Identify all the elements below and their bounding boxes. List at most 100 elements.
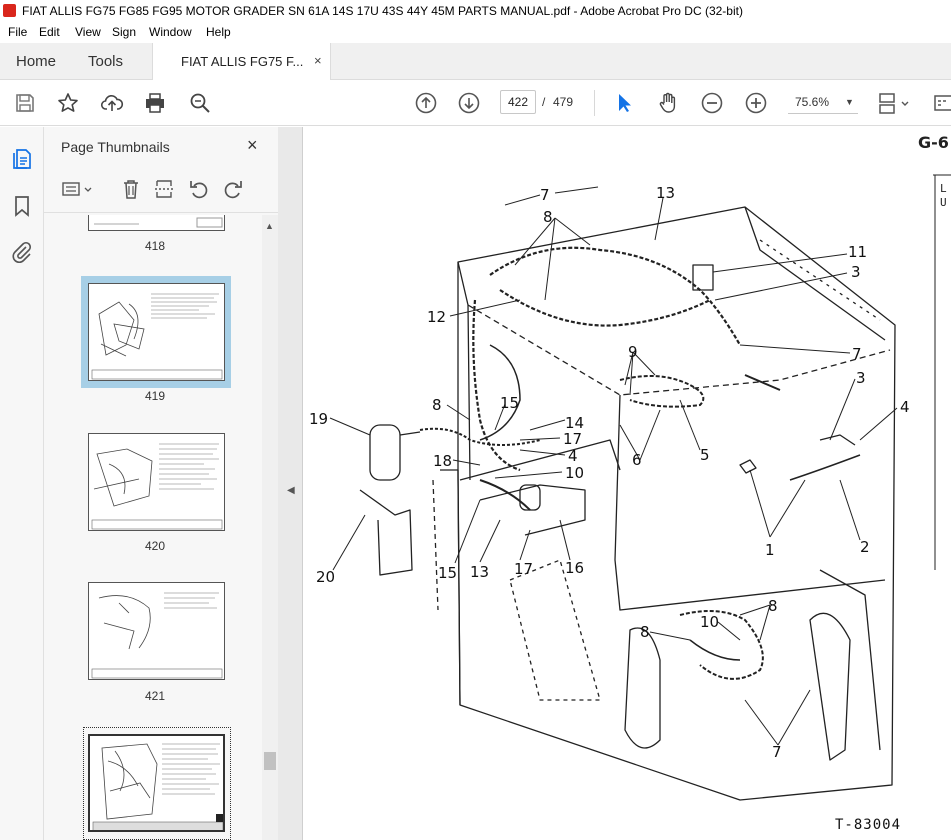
thumbnail-options-icon[interactable] xyxy=(61,178,95,200)
toolbar-divider xyxy=(594,90,595,116)
callout-label: 13 xyxy=(656,184,675,202)
bookmark-icon[interactable] xyxy=(10,194,34,218)
scrollbar-thumb[interactable] xyxy=(264,752,276,770)
menu-bar: File Edit View Sign Window Help xyxy=(0,22,951,43)
callout-label: 8 xyxy=(768,597,778,615)
select-cursor-icon[interactable] xyxy=(612,91,636,115)
callout-label: 15 xyxy=(500,394,519,412)
thumbnail-label: 421 xyxy=(144,689,166,703)
callout-label: 4 xyxy=(568,447,578,465)
page-separator: / xyxy=(542,95,546,109)
acrobat-app-icon xyxy=(3,4,16,17)
thumbnail-list: 418 419 420 421 xyxy=(44,215,262,840)
callout-label: 2 xyxy=(860,538,870,556)
callout-label: 20 xyxy=(316,568,335,586)
callout-label: 10 xyxy=(700,613,719,631)
callout-label: 13 xyxy=(470,563,489,581)
scroll-up-icon[interactable]: ▲ xyxy=(265,221,274,231)
zoom-in-icon[interactable] xyxy=(744,91,768,115)
zoom-search-icon[interactable] xyxy=(188,91,212,115)
thumbnail-page[interactable] xyxy=(88,433,225,531)
callout-label: 10 xyxy=(565,464,584,482)
callout-label: 6 xyxy=(632,451,642,469)
document-tab-label: FIAT ALLIS FG75 F... xyxy=(181,54,304,69)
callout-label: 9 xyxy=(628,343,638,361)
callout-label: 4 xyxy=(900,398,910,416)
menu-view[interactable]: View xyxy=(75,25,101,39)
page-display-icon[interactable] xyxy=(877,91,911,115)
callout-label: 7 xyxy=(540,186,550,204)
menu-file[interactable]: File xyxy=(8,25,27,39)
svg-text:L: L xyxy=(940,182,947,195)
save-icon[interactable] xyxy=(13,91,37,115)
rotate-right-icon[interactable] xyxy=(222,178,244,200)
callout-label: 7 xyxy=(852,345,862,363)
chevron-down-icon: ▼ xyxy=(845,97,854,107)
print-icon[interactable] xyxy=(143,91,167,115)
thumbnail-page[interactable] xyxy=(88,215,225,231)
callout-label: 8 xyxy=(432,396,442,414)
callout-label: 7 xyxy=(772,743,782,761)
callout-label: 8 xyxy=(543,208,553,226)
share-upload-icon[interactable] xyxy=(100,91,124,115)
delete-page-icon[interactable] xyxy=(120,178,142,200)
callout-label: 19 xyxy=(309,410,328,428)
thumbnails-panel: Page Thumbnails × 418 419 420 421 xyxy=(44,127,278,840)
callout-label: 16 xyxy=(565,559,584,577)
rotate-left-icon[interactable] xyxy=(188,178,210,200)
thumbnail-label: 418 xyxy=(144,239,166,253)
page-number-input[interactable]: 422 xyxy=(500,90,536,114)
page-thumbnails-icon[interactable] xyxy=(10,147,34,171)
tab-bar: Home Tools FIAT ALLIS FG75 F... × xyxy=(0,43,951,80)
thumbnail-page[interactable] xyxy=(88,734,225,832)
zoom-out-icon[interactable] xyxy=(700,91,724,115)
extract-pages-icon[interactable] xyxy=(154,178,176,200)
page-down-icon[interactable] xyxy=(457,91,481,115)
callout-label: 1 xyxy=(765,541,775,559)
callout-label: 18 xyxy=(433,452,452,470)
more-tools-icon[interactable] xyxy=(932,91,951,115)
page-header-code: G-6 xyxy=(918,133,949,152)
callout-label: 3 xyxy=(851,263,861,281)
document-page[interactable]: 7 8 13 11 3 12 7 9 3 4 8 15 14 17 19 4 1… xyxy=(303,127,951,840)
zoom-value: 75.6% xyxy=(795,95,830,109)
panel-collapse-strip[interactable]: ◀ xyxy=(278,127,303,840)
hand-icon[interactable] xyxy=(656,91,680,115)
callout-label: 11 xyxy=(848,243,867,261)
collapse-arrow-icon[interactable]: ◀ xyxy=(287,485,295,496)
thumbnail-scrollbar[interactable]: ▲ xyxy=(262,215,278,840)
callout-label: 12 xyxy=(427,308,446,326)
close-tab-icon[interactable]: × xyxy=(314,53,322,68)
tab-tools[interactable]: Tools xyxy=(88,53,123,70)
figure-code: T-83004 xyxy=(835,817,902,833)
callout-label: 15 xyxy=(438,564,457,582)
tab-home[interactable]: Home xyxy=(16,53,56,70)
callout-label: 3 xyxy=(856,369,866,387)
tab-document[interactable]: FIAT ALLIS FG75 F... × xyxy=(152,43,331,80)
callout-label: 8 xyxy=(640,623,650,641)
callout-label: 17 xyxy=(563,430,582,448)
menu-sign[interactable]: Sign xyxy=(112,25,136,39)
zoom-select[interactable]: 75.6% ▼ xyxy=(788,90,858,114)
menu-edit[interactable]: Edit xyxy=(39,25,60,39)
parts-diagram: 7 8 13 11 3 12 7 9 3 4 8 15 14 17 19 4 1… xyxy=(309,174,951,801)
callout-label: 5 xyxy=(700,446,710,464)
menu-window[interactable]: Window xyxy=(149,25,192,39)
left-rail xyxy=(0,127,44,840)
page-total: 479 xyxy=(553,95,574,109)
thumbnail-label: 419 xyxy=(144,389,166,403)
star-icon[interactable] xyxy=(56,91,80,115)
window-title: FIAT ALLIS FG75 FG85 FG95 MOTOR GRADER S… xyxy=(22,4,743,18)
thumbnail-label: 420 xyxy=(144,539,166,553)
callout-label: 17 xyxy=(514,560,533,578)
menu-help[interactable]: Help xyxy=(206,25,231,39)
title-bar: FIAT ALLIS FG75 FG85 FG95 MOTOR GRADER S… xyxy=(0,0,951,22)
page-up-icon[interactable] xyxy=(414,91,438,115)
thumbnail-page[interactable] xyxy=(88,582,225,680)
panel-title: Page Thumbnails xyxy=(61,139,170,155)
close-panel-icon[interactable]: × xyxy=(247,135,265,155)
panel-toolbar xyxy=(44,167,278,213)
attachment-icon[interactable] xyxy=(10,240,34,264)
svg-text:U: U xyxy=(940,196,947,209)
thumbnail-page[interactable] xyxy=(88,283,225,381)
